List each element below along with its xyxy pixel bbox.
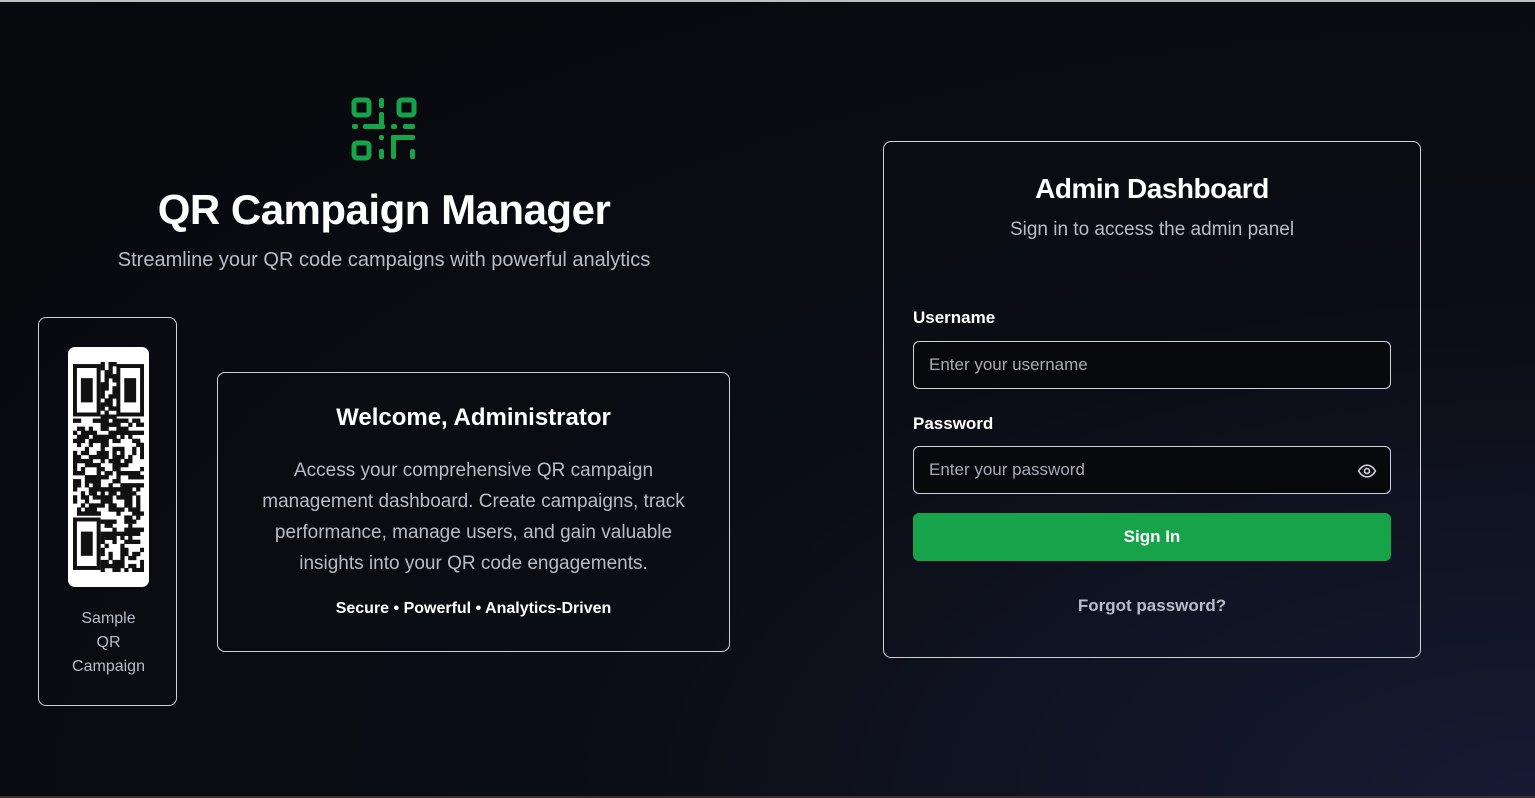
sample-qr-card: Sample QR Campaign (38, 317, 177, 706)
caption-line: Sample (81, 610, 136, 627)
app-subtitle: Streamline your QR code campaigns with p… (117, 249, 651, 271)
welcome-title: Welcome, Administrator (336, 404, 611, 431)
login-title: Admin Dashboard (1035, 173, 1269, 204)
welcome-card: Welcome, Administrator Access your compr… (217, 372, 730, 652)
login-card: Admin Dashboard Sign in to access the ad… (883, 141, 1421, 658)
forgot-password-link[interactable]: Forgot password? (884, 596, 1420, 616)
sample-qr-image (68, 347, 149, 587)
qr-code-icon (351, 97, 417, 163)
password-label: Password (913, 414, 994, 433)
username-input[interactable] (914, 342, 1390, 388)
welcome-tagline: Secure • Powerful • Analytics-Driven (335, 600, 612, 617)
password-input[interactable] (914, 447, 1390, 493)
welcome-description: Access your comprehensive QR campaign ma… (262, 460, 685, 574)
username-field-wrapper (913, 341, 1391, 389)
sample-qr-caption: Sample QR Campaign (39, 607, 178, 679)
password-field-wrapper (913, 446, 1391, 494)
caption-line: Campaign (72, 658, 145, 675)
caption-line: QR (96, 634, 121, 651)
eye-icon[interactable] (1357, 461, 1377, 481)
sign-in-button[interactable]: Sign In (913, 513, 1391, 561)
app-title: QR Campaign Manager (157, 186, 611, 233)
login-subtitle: Sign in to access the admin panel (1009, 219, 1295, 240)
username-label: Username (913, 308, 996, 327)
top-border (0, 0, 1535, 2)
